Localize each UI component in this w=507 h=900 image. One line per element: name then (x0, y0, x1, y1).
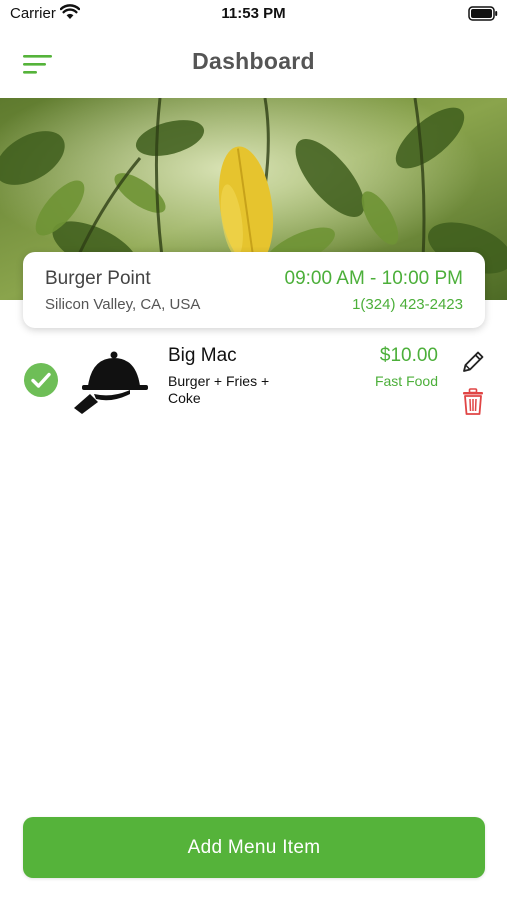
serving-cloche-icon (68, 350, 152, 416)
trash-delete-icon[interactable] (461, 388, 485, 416)
menu-item-name: Big Mac (168, 345, 237, 366)
menu-item-description: Burger + Fries + Coke (168, 373, 270, 406)
add-menu-item-button[interactable]: Add Menu Item (23, 817, 485, 878)
navigation-bar: Dashboard (0, 36, 507, 90)
restaurant-name: Burger Point (45, 268, 151, 289)
restaurant-info-card: Burger Point 09:00 AM - 10:00 PM Silicon… (23, 252, 485, 328)
status-time: 11:53 PM (221, 5, 286, 22)
battery-icon (468, 6, 498, 26)
restaurant-phone[interactable]: 1(324) 423-2423 (352, 296, 463, 313)
status-bar: Carrier 11:53 PM (0, 0, 507, 28)
pencil-edit-icon[interactable] (459, 348, 487, 376)
page-title: Dashboard (192, 48, 315, 74)
restaurant-address: Silicon Valley, CA, USA (45, 296, 201, 313)
menu-item-category: Fast Food (374, 373, 438, 389)
menu-item-price: $10.00 (379, 345, 438, 366)
checkmark-circle-icon[interactable] (23, 362, 59, 398)
restaurant-hours: 09:00 AM - 10:00 PM (284, 268, 464, 289)
menu-item-row[interactable]: Big Mac Burger + Fries + Coke $10.00 Fas… (0, 338, 507, 424)
